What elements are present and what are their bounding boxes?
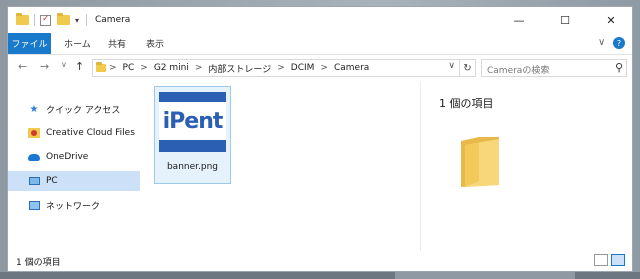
tab-home[interactable]: ホーム <box>64 33 91 54</box>
back-arrow-icon[interactable]: ← <box>18 60 27 73</box>
sidebar-item-pc[interactable]: PC <box>8 171 140 191</box>
sidebar-item-label: Creative Cloud Files <box>46 128 135 138</box>
breadcrumb-item-camera[interactable]: Camera <box>334 63 369 73</box>
tab-file[interactable]: ファイル <box>8 33 51 54</box>
search-icon[interactable]: ⚲ <box>615 61 623 74</box>
quick-access-toolbar <box>16 13 29 27</box>
address-dropdown-icon[interactable]: ∨ <box>448 61 455 71</box>
status-bar: 1 個の項目 <box>8 251 632 271</box>
breadcrumb-separator: > <box>140 63 148 73</box>
window-title: Camera <box>95 15 131 25</box>
sidebar-item-label: PC <box>46 176 58 186</box>
search-placeholder: Cameraの検索 <box>487 66 550 76</box>
title-divider <box>86 14 87 26</box>
breadcrumb-item-device[interactable]: G2 mini <box>154 63 189 73</box>
background-window-edge <box>395 272 575 279</box>
navigation-bar: ← → ∨ ↑ > PC > G2 mini > 内部ストレージ > DCIM … <box>8 55 632 81</box>
sidebar-item-creative-cloud[interactable]: Creative Cloud Files <box>8 123 140 143</box>
file-thumbnail: iPent <box>159 92 226 152</box>
computer-icon <box>26 177 42 185</box>
minimize-button[interactable]: — <box>496 7 542 33</box>
breadcrumb-item-storage[interactable]: 内部ストレージ <box>208 62 271 75</box>
recent-locations-icon[interactable]: ∨ <box>61 60 67 69</box>
maximize-button[interactable]: ☐ <box>542 7 588 33</box>
star-icon: ★ <box>29 103 39 115</box>
new-folder-icon[interactable] <box>57 13 70 25</box>
file-name: banner.png <box>166 162 219 172</box>
title-bar: ▾ Camera — ☐ ✕ <box>8 7 632 33</box>
refresh-icon[interactable]: ↻ <box>460 59 476 77</box>
breadcrumb-separator: > <box>277 63 285 73</box>
selection-count: 1 個の項目 <box>439 97 494 110</box>
sidebar-item-onedrive[interactable]: OneDrive <box>8 147 140 167</box>
status-item-count: 1 個の項目 <box>16 258 61 268</box>
breadcrumb: > PC > G2 mini > 内部ストレージ > DCIM > Camera <box>109 60 375 76</box>
large-folder-icon <box>461 137 499 187</box>
address-bar[interactable]: > PC > G2 mini > 内部ストレージ > DCIM > Camera… <box>92 59 460 77</box>
up-arrow-icon[interactable]: ↑ <box>75 60 84 73</box>
breadcrumb-item-pc[interactable]: PC <box>123 63 135 73</box>
close-button[interactable]: ✕ <box>588 7 632 33</box>
sidebar-item-quick-access[interactable]: ★ クイック アクセス <box>8 99 140 119</box>
file-list: iPent banner.png <box>142 81 420 251</box>
creative-cloud-folder-icon <box>26 128 42 138</box>
breadcrumb-separator: > <box>109 63 117 73</box>
breadcrumb-item-dcim[interactable]: DCIM <box>291 63 315 73</box>
sidebar-item-network[interactable]: ネットワーク <box>8 195 140 215</box>
tab-view[interactable]: 表示 <box>146 33 164 54</box>
details-view-icon[interactable] <box>594 254 608 266</box>
cloud-icon <box>26 153 42 161</box>
properties-icon[interactable] <box>40 14 51 26</box>
ribbon-tabs: ファイル ホーム 共有 表示 ∨ ? <box>8 33 632 55</box>
toolbar-divider <box>34 14 35 26</box>
explorer-window: ▾ Camera — ☐ ✕ ファイル ホーム 共有 表示 ∨ ? ← → ∨ … <box>7 6 633 272</box>
details-pane: 1 個の項目 <box>420 81 632 251</box>
file-item[interactable]: iPent banner.png <box>154 86 231 184</box>
search-input[interactable]: Cameraの検索 ⚲ <box>481 59 627 77</box>
sidebar-item-label: OneDrive <box>46 152 89 162</box>
help-button[interactable]: ? <box>613 37 625 49</box>
tab-share[interactable]: 共有 <box>108 33 126 54</box>
sidebar-item-label: クイック アクセス <box>46 105 121 116</box>
expand-ribbon-button[interactable]: ∨ <box>598 37 605 48</box>
navigation-pane: ★ クイック アクセス Creative Cloud Files OneDriv… <box>8 81 142 251</box>
customize-toolbar-dropdown-icon[interactable]: ▾ <box>75 13 79 27</box>
network-icon <box>26 200 42 210</box>
sidebar-item-label: ネットワーク <box>46 201 101 212</box>
address-folder-icon <box>96 62 106 72</box>
breadcrumb-separator: > <box>194 63 203 73</box>
folder-icon <box>16 13 29 25</box>
forward-arrow-icon[interactable]: → <box>40 60 49 73</box>
thumbnail-logo-text: iPent <box>162 108 224 134</box>
large-icons-view-icon[interactable] <box>611 254 625 266</box>
breadcrumb-separator: > <box>320 63 328 73</box>
